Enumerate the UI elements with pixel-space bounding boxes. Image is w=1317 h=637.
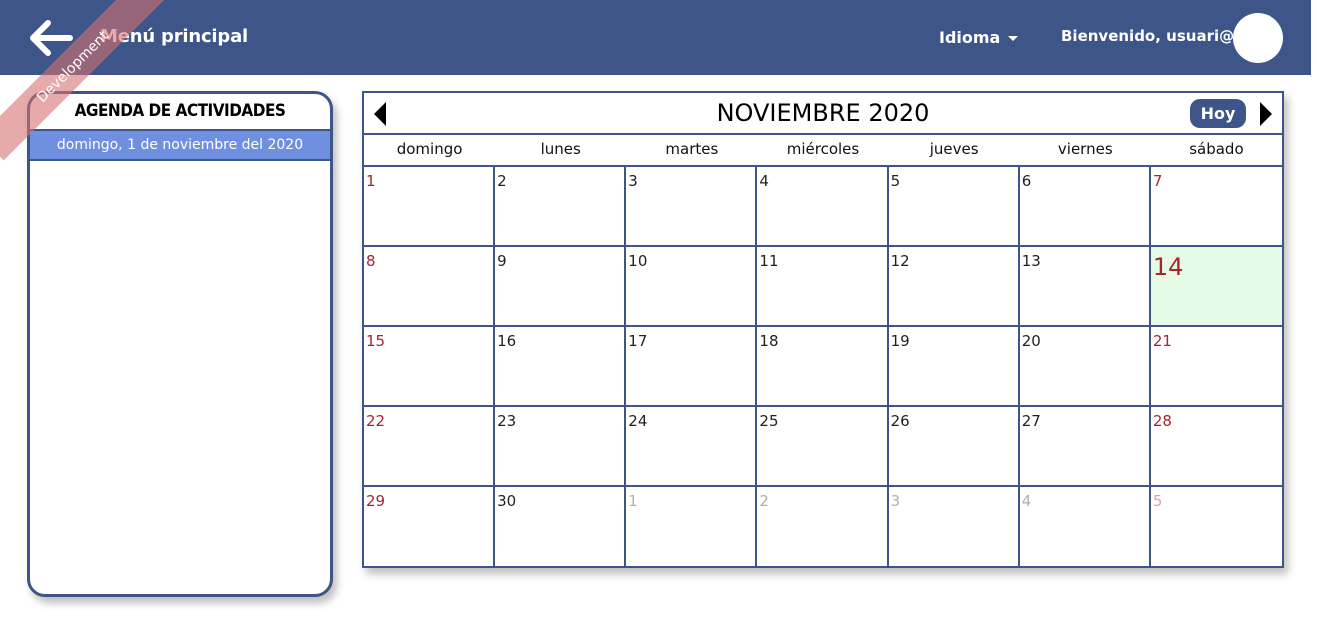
weekday-label: jueves xyxy=(929,140,979,158)
day-number: 29 xyxy=(366,492,386,510)
day-number: 8 xyxy=(366,252,376,270)
weekday-label: domingo xyxy=(396,140,463,158)
calendar-day[interactable]: 3 xyxy=(626,167,758,247)
day-number: 13 xyxy=(1021,252,1041,270)
calendar-header: NOVIEMBRE 2020 Hoy xyxy=(364,93,1282,135)
calendar-day[interactable]: 5 xyxy=(1151,487,1282,567)
calendar-day[interactable]: 6 xyxy=(1019,167,1151,247)
calendar-day[interactable]: 15 xyxy=(364,327,496,407)
day-number: 5 xyxy=(1152,492,1163,510)
day-number: 28 xyxy=(1152,412,1172,430)
day-number: 5 xyxy=(890,172,901,190)
day-number: 30 xyxy=(497,492,517,510)
calendar-day[interactable]: 10 xyxy=(626,247,758,327)
day-number: 4 xyxy=(759,172,769,190)
day-number: 1 xyxy=(628,492,638,510)
calendar-day[interactable]: 17 xyxy=(626,327,758,407)
calendar-day[interactable]: 13 xyxy=(1019,247,1151,327)
day-number: 3 xyxy=(890,492,901,510)
day-number: 3 xyxy=(628,172,638,190)
day-number: 20 xyxy=(1021,332,1041,350)
day-number: 7 xyxy=(1152,172,1163,190)
day-number: 6 xyxy=(1021,172,1032,190)
day-number: 27 xyxy=(1021,412,1041,430)
language-dropdown[interactable]: Idioma xyxy=(939,28,1019,47)
day-number: 2 xyxy=(759,492,769,510)
calendar-day[interactable]: 8 xyxy=(364,247,496,327)
calendar-day[interactable]: 4 xyxy=(757,167,889,247)
calendar-day[interactable]: 9 xyxy=(495,247,627,327)
weekday-label: martes xyxy=(665,140,719,158)
day-number: 4 xyxy=(1021,492,1032,510)
day-number: 9 xyxy=(497,252,507,270)
next-month-icon[interactable] xyxy=(1260,102,1272,126)
chevron-down-icon xyxy=(1008,36,1019,41)
calendar-day[interactable]: 30 xyxy=(495,487,627,567)
calendar-grid: 1 2 3 4 5 6 7 8 9 10 11 12 13 14 15 16 17 18 19 20 21 22 23 24 2… xyxy=(364,167,1282,567)
calendar-day-today[interactable]: 14 xyxy=(1150,247,1282,327)
calendar-day[interactable]: 21 xyxy=(1150,327,1282,407)
day-number: 23 xyxy=(497,412,517,430)
agenda-title: AGENDA DE ACTIVIDADES xyxy=(30,94,330,131)
day-number: 14 xyxy=(1152,253,1184,281)
day-number: 15 xyxy=(366,332,386,350)
calendar-day[interactable]: 23 xyxy=(495,407,627,487)
day-number: 12 xyxy=(890,252,910,270)
avatar[interactable] xyxy=(1233,13,1283,63)
day-number: 10 xyxy=(628,252,648,270)
weekday-label: sábado xyxy=(1189,140,1244,158)
day-number: 19 xyxy=(890,332,910,350)
calendar-day[interactable]: 11 xyxy=(757,247,889,327)
weekday-label: miércoles xyxy=(786,140,860,158)
calendar-day[interactable]: 16 xyxy=(495,327,627,407)
calendar-day[interactable]: 27 xyxy=(1019,407,1151,487)
weekday-label: lunes xyxy=(540,140,581,158)
calendar-day[interactable]: 22 xyxy=(364,407,496,487)
day-number: 1 xyxy=(366,172,376,190)
calendar-day[interactable]: 5 xyxy=(888,167,1020,247)
calendar-day[interactable]: 25 xyxy=(757,407,889,487)
language-label: Idioma xyxy=(939,28,1001,47)
calendar-day[interactable]: 20 xyxy=(1019,327,1151,407)
calendar-day[interactable]: 24 xyxy=(626,407,758,487)
top-header: Menú principal Idioma Bienvenido, usuari… xyxy=(0,0,1311,75)
calendar-day[interactable]: 19 xyxy=(888,327,1020,407)
calendar-day[interactable]: 2 xyxy=(757,487,889,567)
day-number: 24 xyxy=(628,412,648,430)
day-number: 2 xyxy=(497,172,507,190)
today-button[interactable]: Hoy xyxy=(1190,99,1246,128)
calendar: NOVIEMBRE 2020 Hoy domingo lunes martes mié… xyxy=(362,91,1284,568)
calendar-day[interactable]: 28 xyxy=(1150,407,1282,487)
day-number: 21 xyxy=(1152,332,1172,350)
calendar-day[interactable]: 26 xyxy=(888,407,1020,487)
weekday-label: viernes xyxy=(1057,140,1113,158)
weekday-row: domingo lunes martes miércoles jueves viernes… xyxy=(364,135,1282,167)
day-number: 22 xyxy=(366,412,386,430)
agenda-panel: AGENDA DE ACTIVIDADES domingo, 1 de novi… xyxy=(27,91,333,597)
welcome-text: Bienvenido, usuari@ xyxy=(1061,27,1235,45)
day-number: 25 xyxy=(759,412,779,430)
calendar-day[interactable]: 29 xyxy=(364,487,496,567)
day-number: 16 xyxy=(497,332,517,350)
day-number: 26 xyxy=(890,412,910,430)
calendar-day[interactable]: 4 xyxy=(1020,487,1151,567)
calendar-day[interactable]: 1 xyxy=(364,167,496,247)
day-number: 11 xyxy=(759,252,779,270)
month-title: NOVIEMBRE 2020 xyxy=(716,99,930,127)
calendar-day[interactable]: 1 xyxy=(626,487,758,567)
day-number: 18 xyxy=(759,332,779,350)
calendar-day[interactable]: 18 xyxy=(757,327,889,407)
calendar-day[interactable]: 12 xyxy=(888,247,1020,327)
calendar-day[interactable]: 3 xyxy=(889,487,1020,567)
agenda-selected-date: domingo, 1 de noviembre del 2020 xyxy=(30,131,330,161)
day-number: 17 xyxy=(628,332,648,350)
calendar-day[interactable]: 7 xyxy=(1150,167,1282,247)
calendar-day[interactable]: 2 xyxy=(495,167,627,247)
